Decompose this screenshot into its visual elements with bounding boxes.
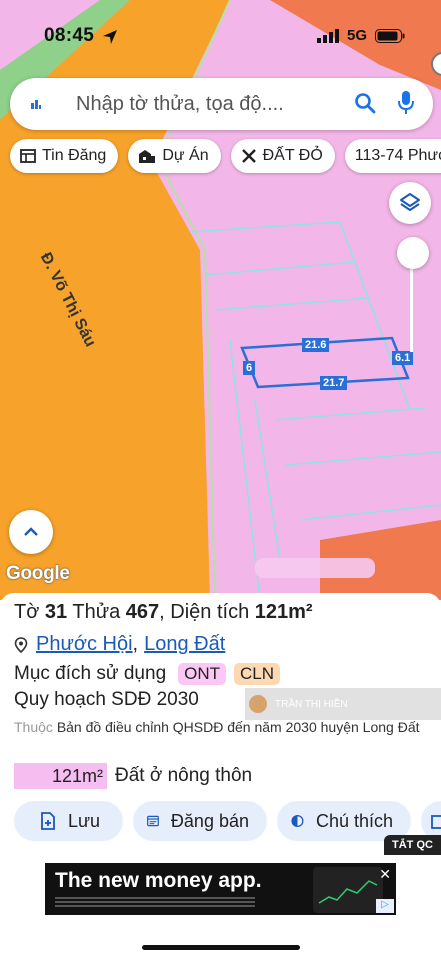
ad-fine-print — [55, 897, 255, 911]
signal-icon — [316, 28, 339, 43]
ad-close-icon[interactable]: ✕ — [379, 866, 391, 883]
location-arrow-icon — [103, 30, 117, 44]
action-buttons: Lưu Đăng bán Chú thích — [14, 801, 441, 841]
map-view[interactable]: 08:45 5G Nhập tờ thửa, tọa độ.... Tin Đă… — [0, 0, 441, 600]
newspaper-icon — [20, 149, 36, 163]
save-icon — [41, 812, 55, 830]
hide-ads-button[interactable]: TẮT QC — [384, 835, 441, 855]
layers-icon — [400, 193, 420, 211]
usage-tag-ont: ONT — [178, 663, 227, 685]
home-indicator — [142, 945, 300, 950]
land-type-label: Đất ở nông thôn — [115, 765, 253, 786]
microphone-icon[interactable] — [397, 90, 415, 116]
tools-icon — [241, 149, 256, 163]
chip-du-an[interactable]: Dự Án — [128, 139, 221, 173]
battery-icon — [375, 28, 405, 43]
ward-link[interactable]: Phước Hội — [36, 633, 133, 656]
location-row: Phước Hội, Long Đất — [14, 633, 225, 656]
legend-icon — [291, 814, 304, 828]
plan-label: Quy hoạch SDĐ 2030 — [14, 689, 199, 710]
district-link[interactable]: Long Đất — [144, 633, 225, 656]
post-sale-button[interactable]: Đăng bán — [133, 801, 267, 841]
share-icon — [431, 815, 441, 829]
area-value: 121m² — [254, 601, 313, 623]
status-bar: 08:45 5G — [0, 0, 441, 70]
dimension-top: 21.6 — [302, 338, 330, 352]
sheet-number: 31 — [44, 601, 68, 623]
area-row: 121m² Đất ở nông thôn — [14, 763, 252, 789]
parcel-label: Thửa — [72, 601, 121, 623]
listing-icon — [147, 815, 159, 827]
map-pin-icon — [14, 636, 28, 653]
chip-label: Tin Đăng — [42, 147, 107, 164]
sheet-label: Tờ — [14, 601, 40, 623]
chip-label: Dự Án — [162, 147, 209, 164]
status-time: 08:45 — [44, 25, 95, 46]
note-prefix: Thuộc — [14, 719, 53, 735]
parcel-number: 467 — [125, 601, 160, 623]
buildings-icon — [139, 150, 156, 163]
chip-location[interactable]: 113-74 Phướ — [344, 139, 441, 173]
save-button[interactable]: Lưu — [14, 801, 123, 841]
google-logo: Google — [6, 563, 70, 584]
dimension-left: 6 — [243, 361, 256, 375]
search-icon[interactable] — [353, 91, 377, 115]
chip-dat-do[interactable]: ĐẤT ĐỎ — [230, 139, 335, 173]
action-label: Lưu — [68, 810, 101, 831]
filter-chips: Tin Đăng Dự Án ĐẤT ĐỎ 113-74 Phướ — [10, 139, 441, 175]
avatar — [249, 695, 267, 713]
ad-headline: The new money app. — [55, 869, 262, 892]
expand-button[interactable] — [9, 510, 53, 554]
chip-label: 113-74 Phướ — [354, 147, 441, 164]
usage-label: Mục đích sử dụng — [14, 663, 167, 684]
parcel-title: Tờ 31 Thửa 467, Diện tích 121m² — [14, 601, 313, 624]
chevron-up-icon — [24, 527, 38, 536]
search-input[interactable] — [76, 92, 356, 116]
status-indicators: 5G — [316, 27, 405, 44]
dimension-bottom: 21.7 — [320, 376, 348, 390]
ad-phone-image — [313, 867, 383, 913]
watermark-name: TRẦN THỊ HIỀN — [275, 698, 348, 710]
opacity-slider-knob[interactable] — [397, 237, 429, 269]
user-watermark: TRẦN THỊ HIỀN — [245, 688, 441, 720]
area-label: , Diện tích — [159, 601, 250, 623]
action-label: Đăng bán — [170, 810, 249, 831]
search-bar[interactable] — [10, 78, 433, 130]
plan-note: Thuộc Bản đồ điều chỉnh QHSDĐ đến năm 20… — [14, 717, 434, 738]
ad-choices-icon[interactable]: ▷ — [376, 899, 394, 913]
chip-tin-dang[interactable]: Tin Đăng — [10, 139, 119, 173]
opacity-slider-track[interactable] — [410, 262, 413, 352]
usage-tag-cln: CLN — [234, 663, 281, 685]
app-logo-icon — [24, 92, 48, 116]
dimension-right: 6.1 — [392, 351, 414, 365]
chip-label: ĐẤT ĐỎ — [262, 147, 323, 164]
location-separator: , — [132, 633, 139, 655]
network-label: 5G — [346, 27, 367, 44]
area-box: 121m² — [14, 763, 107, 789]
note-text: Bản đồ điều chỉnh QHSDĐ đến năm 2030 huy… — [56, 719, 420, 735]
ad-banner[interactable]: The new money app. ✕ ▷ — [45, 863, 396, 915]
action-label: Chú thích — [315, 810, 393, 831]
usage-row: Mục đích sử dụng ONT CLN — [14, 663, 281, 685]
layers-button[interactable] — [389, 182, 431, 224]
